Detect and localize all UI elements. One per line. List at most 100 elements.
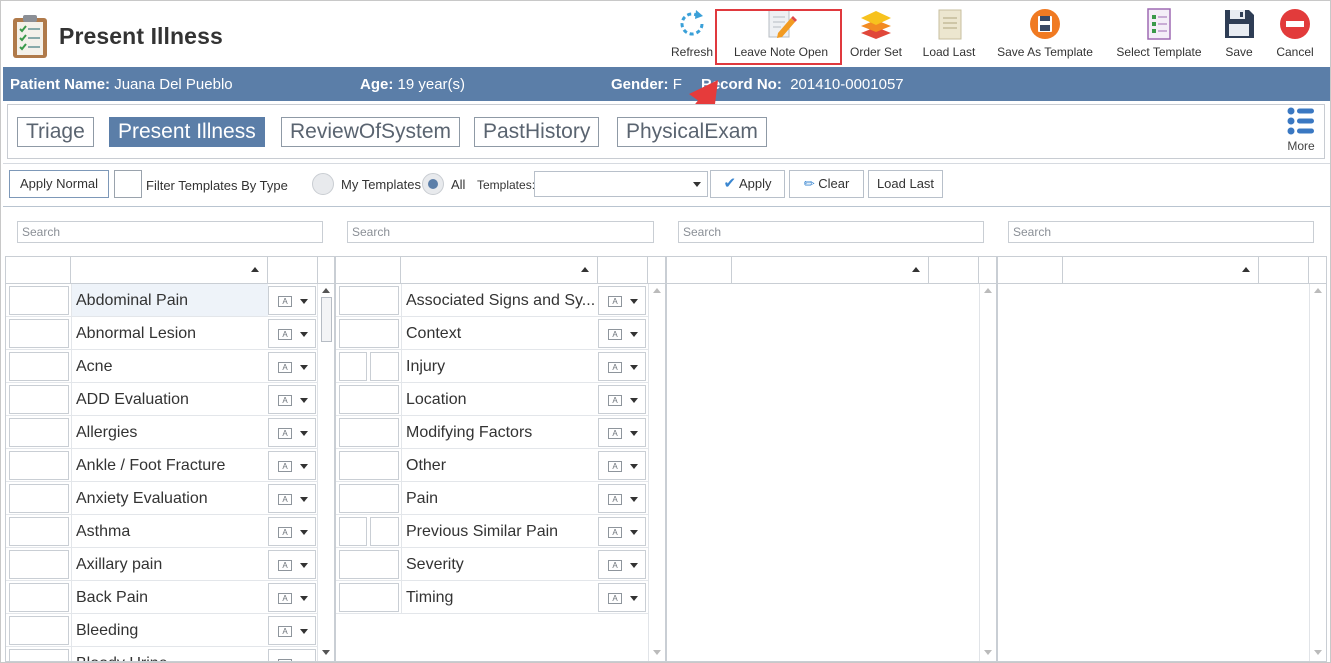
table-row[interactable]: Modifying Factors A (336, 416, 648, 449)
row-label[interactable]: Acne (71, 350, 268, 382)
template-dropdown[interactable]: A (268, 418, 316, 447)
scrollbar[interactable] (979, 284, 996, 661)
table-row[interactable]: Injury A (336, 350, 648, 383)
tab-present-illness[interactable]: Present Illness (109, 117, 265, 147)
template-dropdown[interactable]: A (268, 286, 316, 315)
row-checkbox[interactable] (9, 319, 69, 348)
row-checkbox[interactable] (9, 583, 69, 612)
row-checkbox[interactable] (339, 451, 399, 480)
row-checkbox[interactable] (370, 352, 399, 381)
order-set-button[interactable]: Order Set (847, 7, 905, 65)
template-dropdown[interactable]: A (268, 385, 316, 414)
template-dropdown[interactable]: A (268, 517, 316, 546)
grid-header-name[interactable] (732, 257, 929, 284)
row-checkbox[interactable] (9, 418, 69, 447)
apply-normal-button[interactable]: Apply Normal (9, 170, 109, 198)
template-dropdown[interactable]: A (268, 352, 316, 381)
row-checkbox[interactable] (9, 484, 69, 513)
filter-by-type-checkbox[interactable] (114, 170, 142, 198)
row-checkbox[interactable] (9, 616, 69, 645)
table-row[interactable]: Associated Signs and Sy... A (336, 284, 648, 317)
table-row[interactable]: Previous Similar Pain A (336, 515, 648, 548)
table-row[interactable]: Abnormal Lesion A (6, 317, 318, 350)
template-dropdown[interactable]: A (598, 517, 646, 546)
save-as-template-button[interactable]: Save As Template (995, 7, 1095, 65)
table-row[interactable]: Axillary pain A (6, 548, 318, 581)
template-dropdown[interactable]: A (268, 451, 316, 480)
row-checkbox[interactable] (339, 319, 399, 348)
search-input-4[interactable]: Search (1008, 221, 1314, 243)
templates-select[interactable] (534, 171, 708, 197)
template-dropdown[interactable]: A (268, 616, 316, 645)
template-dropdown[interactable]: A (598, 418, 646, 447)
table-row[interactable]: Back Pain A (6, 581, 318, 614)
row-label[interactable]: Bloody Urine (71, 647, 268, 661)
scrollbar-thumb[interactable] (321, 297, 332, 342)
scrollbar[interactable] (1309, 284, 1326, 661)
row-checkbox[interactable] (9, 352, 69, 381)
cancel-button[interactable]: Cancel (1271, 7, 1319, 65)
template-dropdown[interactable]: A (598, 286, 646, 315)
template-dropdown[interactable]: A (598, 352, 646, 381)
template-dropdown[interactable]: A (598, 550, 646, 579)
refresh-button[interactable]: Refresh (667, 7, 717, 65)
template-dropdown[interactable]: A (268, 319, 316, 348)
template-dropdown[interactable]: A (268, 550, 316, 579)
row-checkbox[interactable] (339, 484, 399, 513)
row-label[interactable]: Abnormal Lesion (71, 317, 268, 349)
scrollbar[interactable] (648, 284, 665, 661)
row-checkbox[interactable] (9, 451, 69, 480)
row-checkbox[interactable] (9, 649, 69, 661)
apply-button[interactable]: ✔ Apply (710, 170, 785, 198)
row-checkbox[interactable] (339, 286, 399, 315)
load-last-filter-button[interactable]: Load Last (868, 170, 943, 198)
template-dropdown[interactable]: A (598, 583, 646, 612)
template-dropdown[interactable]: A (268, 583, 316, 612)
tab-physical-exam[interactable]: PhysicalExam (617, 117, 767, 147)
table-row[interactable]: Acne A (6, 350, 318, 383)
row-label[interactable]: Abdominal Pain (71, 284, 268, 316)
template-dropdown[interactable]: A (598, 484, 646, 513)
table-row[interactable]: Context A (336, 317, 648, 350)
row-label[interactable]: ADD Evaluation (71, 383, 268, 415)
table-row[interactable]: Allergies A (6, 416, 318, 449)
row-label[interactable]: Timing (401, 581, 598, 613)
row-label[interactable]: Modifying Factors (401, 416, 598, 448)
template-dropdown[interactable]: A (598, 385, 646, 414)
row-checkbox[interactable] (339, 385, 399, 414)
row-label[interactable]: Other (401, 449, 598, 481)
all-radio[interactable] (422, 173, 444, 195)
search-input-2[interactable]: Search (347, 221, 654, 243)
row-label[interactable]: Pain (401, 482, 598, 514)
row-checkbox[interactable] (9, 286, 69, 315)
table-row[interactable]: Other A (336, 449, 648, 482)
my-templates-radio[interactable] (312, 173, 334, 195)
row-label[interactable]: Ankle / Foot Fracture (71, 449, 268, 481)
save-button[interactable]: Save (1217, 7, 1261, 65)
row-checkbox[interactable] (370, 517, 399, 546)
grid-header-name[interactable] (1063, 257, 1259, 284)
table-row[interactable]: Bleeding A (6, 614, 318, 647)
row-label[interactable]: Axillary pain (71, 548, 268, 580)
template-dropdown[interactable]: A (598, 451, 646, 480)
row-label[interactable]: Location (401, 383, 598, 415)
table-row[interactable]: ADD Evaluation A (6, 383, 318, 416)
tab-triage[interactable]: Triage (17, 117, 94, 147)
grid-header-name[interactable] (401, 257, 598, 284)
table-row[interactable]: Pain A (336, 482, 648, 515)
search-input-3[interactable]: Search (678, 221, 984, 243)
table-row[interactable]: Bloody Urine A (6, 647, 318, 661)
table-row[interactable]: Abdominal Pain A (6, 284, 318, 317)
row-checkbox[interactable] (9, 550, 69, 579)
row-label[interactable]: Back Pain (71, 581, 268, 613)
row-label[interactable]: Asthma (71, 515, 268, 547)
row-checkbox[interactable] (339, 418, 399, 447)
clear-button[interactable]: ✏ Clear (789, 170, 864, 198)
row-checkbox[interactable] (339, 352, 367, 381)
template-dropdown[interactable]: A (268, 649, 316, 661)
table-row[interactable]: Location A (336, 383, 648, 416)
row-label[interactable]: Previous Similar Pain (401, 515, 598, 547)
row-checkbox[interactable] (9, 517, 69, 546)
row-label[interactable]: Anxiety Evaluation (71, 482, 268, 514)
row-label[interactable]: Allergies (71, 416, 268, 448)
